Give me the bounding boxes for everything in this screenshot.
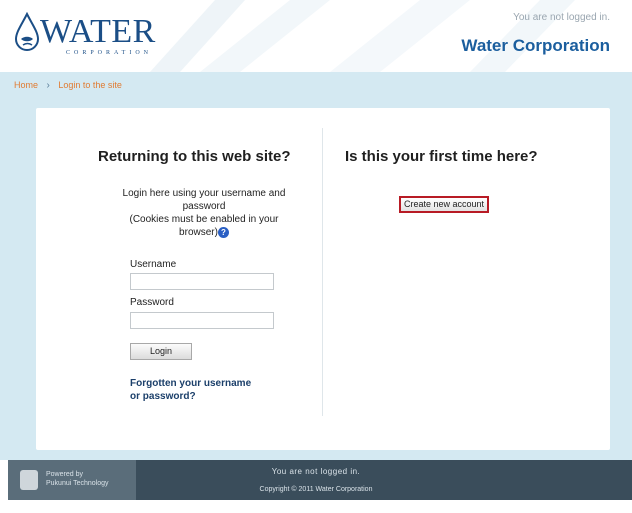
logo-text: WATER [40, 13, 156, 50]
password-label: Password [130, 297, 174, 308]
breadcrumb-current: Login to the site [58, 80, 122, 90]
login-button[interactable]: Login [130, 343, 192, 360]
bottom-strip [0, 500, 632, 513]
site-name[interactable]: Water Corporation [461, 36, 610, 56]
water-drop-icon [14, 12, 40, 51]
logo-subtext: CORPORATION [66, 50, 153, 56]
login-description-text: browser) [179, 227, 218, 238]
water-corporation-logo[interactable]: WATER CORPORATION [14, 10, 174, 68]
forgot-password-link[interactable]: Forgotten your username or password? [130, 377, 280, 403]
login-description-line: (Cookies must be enabled in your [129, 214, 279, 225]
page: WATER CORPORATION You are not logged in.… [0, 0, 632, 513]
column-divider [322, 128, 323, 416]
footer-copyright: Copyright © 2011 Water Corporation [259, 486, 373, 493]
create-account-button[interactable]: Create new account [399, 196, 490, 213]
login-description-line: browser)? [100, 226, 308, 239]
breadcrumb-home-link[interactable]: Home [14, 80, 38, 90]
footer-login-info: You are not logged in. [271, 467, 361, 476]
breadcrumb: Home › Login to the site [14, 80, 122, 91]
login-description-line: password [182, 201, 226, 212]
username-label: Username [130, 259, 177, 270]
password-input[interactable] [130, 312, 274, 329]
login-description-line: Login here using your username and [122, 188, 286, 199]
signup-section-title: Is this your first time here? [345, 148, 538, 165]
login-section-title: Returning to this web site? [98, 148, 291, 165]
help-icon[interactable]: ? [217, 226, 229, 238]
header-login-info: You are not logged in. [513, 12, 610, 23]
breadcrumb-separator-icon: › [46, 80, 50, 91]
login-description: Login here using your username and passw… [100, 187, 308, 239]
site-header: WATER CORPORATION You are not logged in.… [0, 0, 632, 72]
username-input[interactable] [130, 273, 274, 290]
navbar: Home › Login to the site [0, 72, 632, 98]
forgot-password-line: Forgotten your username [130, 378, 252, 389]
forgot-password-line: or password? [130, 391, 196, 402]
